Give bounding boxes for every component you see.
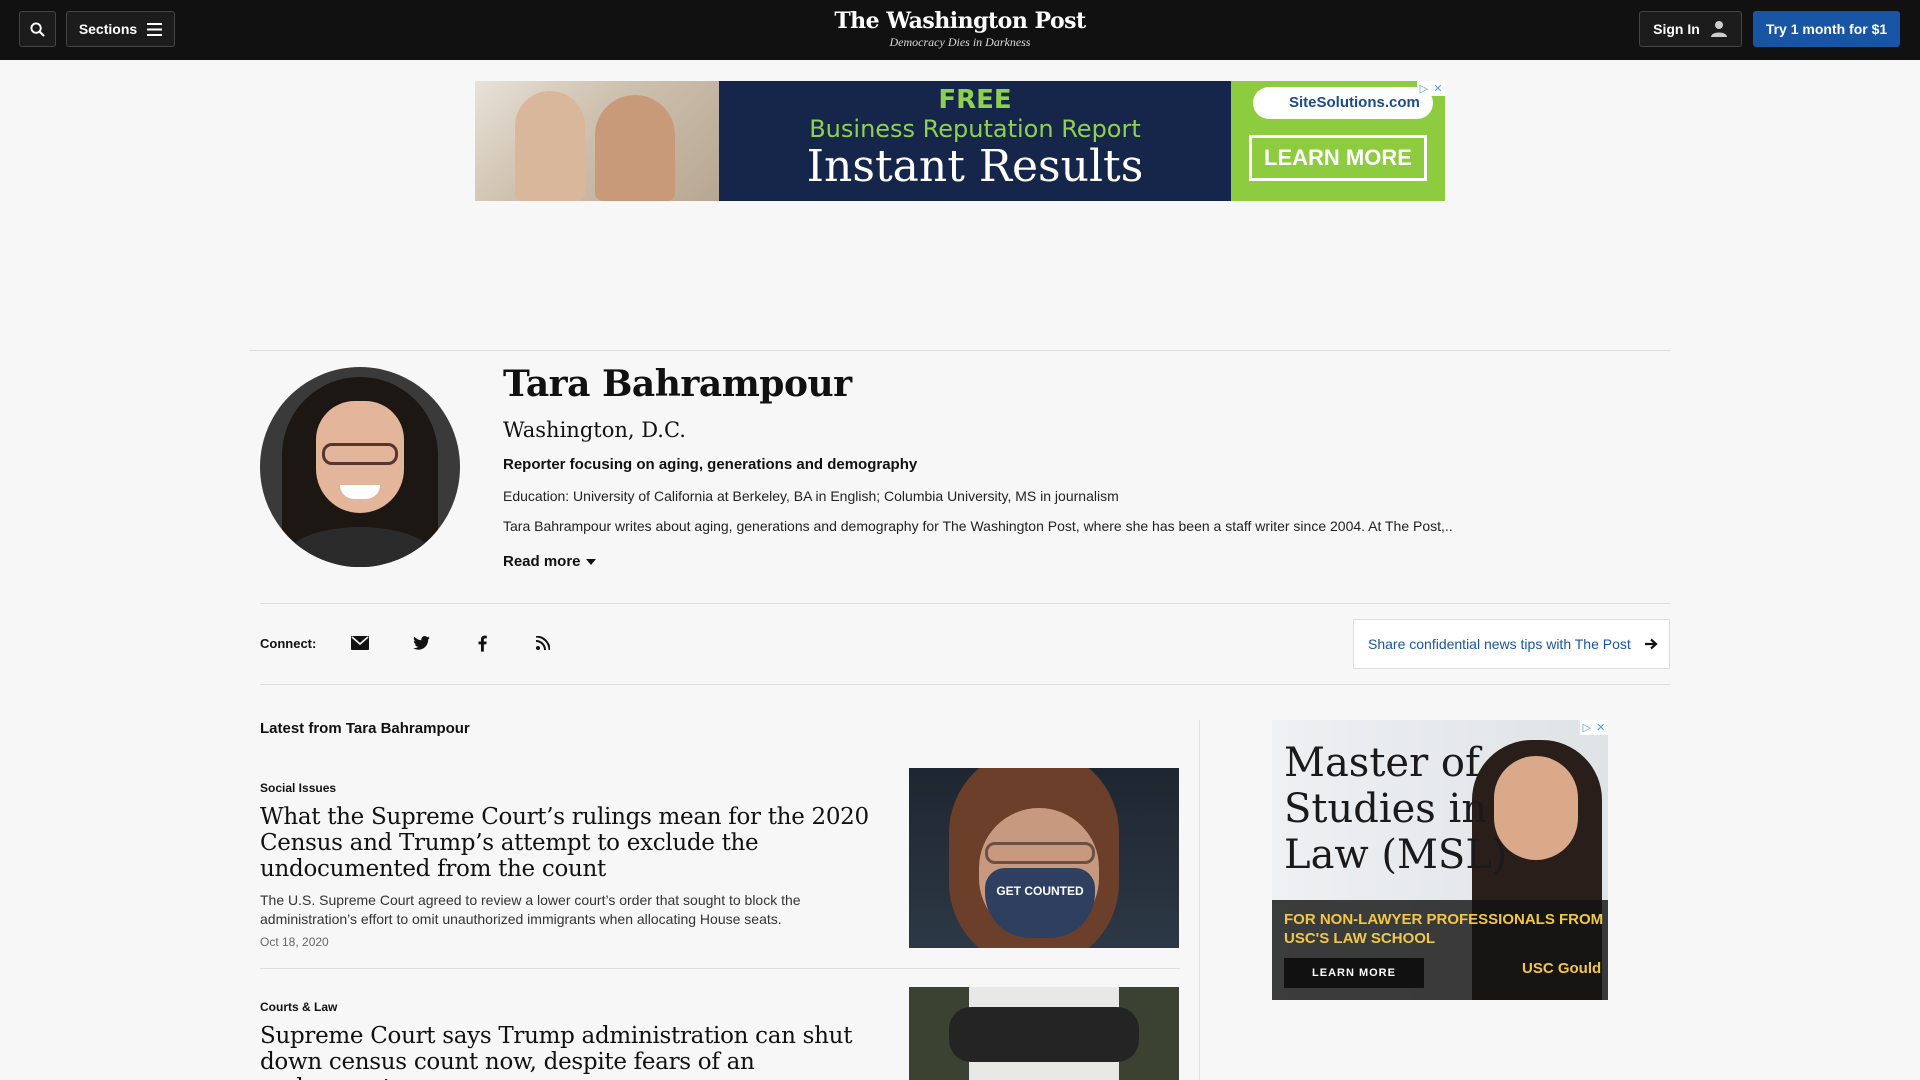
ad-photo [475, 81, 719, 201]
divider [260, 603, 1670, 604]
divider [260, 968, 1180, 969]
story-kicker[interactable]: Social Issues [260, 781, 336, 795]
adchoices-icon[interactable]: ▷ ✕ [1580, 720, 1608, 735]
latest-title: Latest from Tara Bahrampour [260, 720, 470, 737]
caret-down-icon [585, 558, 596, 565]
side-ad[interactable]: Master of Studies in Law (MSL) FOR NON-L… [1272, 720, 1608, 1000]
news-tips-button[interactable]: Share confidential news tips with The Po… [1353, 619, 1670, 669]
ad-line-1: FREE [938, 85, 1012, 115]
rss-icon[interactable] [532, 632, 554, 654]
story-blurb: The U.S. Supreme Court agreed to review … [260, 892, 801, 927]
author-bio: Tara Bahrampour writes about aging, gene… [503, 518, 1453, 534]
ad-line-3: Instant Results [806, 141, 1144, 192]
author-avatar [260, 367, 460, 567]
site-logo[interactable]: The Washington Post Democracy Dies in Da… [760, 8, 1160, 50]
facebook-icon[interactable] [471, 632, 493, 654]
ad-learn-more[interactable]: LEARN MORE [1249, 135, 1427, 181]
search-button[interactable] [19, 11, 56, 47]
mask-text: GET COUNTED [985, 868, 1095, 938]
ad-cta-panel: SiteSolutions.com LEARN MORE [1231, 81, 1445, 201]
author-education: Education: University of California at B… [503, 488, 1119, 504]
divider [249, 350, 1670, 351]
ad-line-2: Business Reputation Report [809, 115, 1141, 143]
story-headline[interactable]: What the Supreme Court’s rulings mean fo… [260, 804, 870, 882]
story-kicker[interactable]: Courts & Law [260, 1000, 337, 1014]
author-name: Tara Bahrampour [503, 363, 852, 405]
top-nav: Sections The Washington Post Democracy D… [0, 0, 1920, 60]
author-role: Reporter focusing on aging, generations … [503, 456, 918, 473]
logo-title: The Washington Post [834, 8, 1086, 34]
ad-copy: FREE Business Reputation Report Instant … [719, 81, 1231, 201]
story-image[interactable] [909, 987, 1179, 1080]
side-ad-sub: FOR NON-LAWYER PROFESSIONALS FROM USC'S … [1284, 911, 1604, 947]
subscribe-button[interactable]: Try 1 month for $1 [1753, 11, 1900, 47]
news-tips-label: Share confidential news tips with The Po… [1368, 636, 1631, 652]
top-banner-ad[interactable]: FREE Business Reputation Report Instant … [475, 81, 1445, 201]
author-location: Washington, D.C. [503, 418, 686, 442]
search-icon [30, 21, 45, 37]
user-icon [1710, 21, 1727, 37]
sign-in-label: Sign In [1653, 21, 1700, 37]
envelope-icon[interactable] [349, 632, 371, 654]
adchoices-icon[interactable]: ▷ ✕ [1417, 81, 1445, 96]
sections-button[interactable]: Sections [66, 11, 175, 47]
side-ad-brand: USC Gould [1522, 960, 1602, 977]
ad-brand: SiteSolutions.com [1253, 87, 1433, 119]
side-ad-headline: Master of Studies in Law (MSL) [1284, 740, 1508, 878]
story-headline[interactable]: Supreme Court says Trump administration … [260, 1023, 870, 1080]
read-more-button[interactable]: Read more [503, 553, 596, 570]
arrow-right-icon [1644, 638, 1658, 650]
story-image[interactable]: GET COUNTED [909, 768, 1179, 948]
twitter-icon[interactable] [410, 632, 432, 654]
story-date: Oct 18, 2020 [260, 935, 329, 949]
sign-in-button[interactable]: Sign In [1639, 11, 1742, 47]
sections-label: Sections [78, 21, 138, 37]
read-more-label: Read more [503, 553, 581, 570]
logo-tagline: Democracy Dies in Darkness [889, 35, 1031, 49]
connect-label: Connect: [260, 636, 317, 651]
divider [260, 684, 1670, 685]
column-divider [1199, 720, 1200, 1080]
menu-icon [147, 22, 163, 36]
side-ad-learn-more[interactable]: LEARN MORE [1284, 958, 1424, 988]
